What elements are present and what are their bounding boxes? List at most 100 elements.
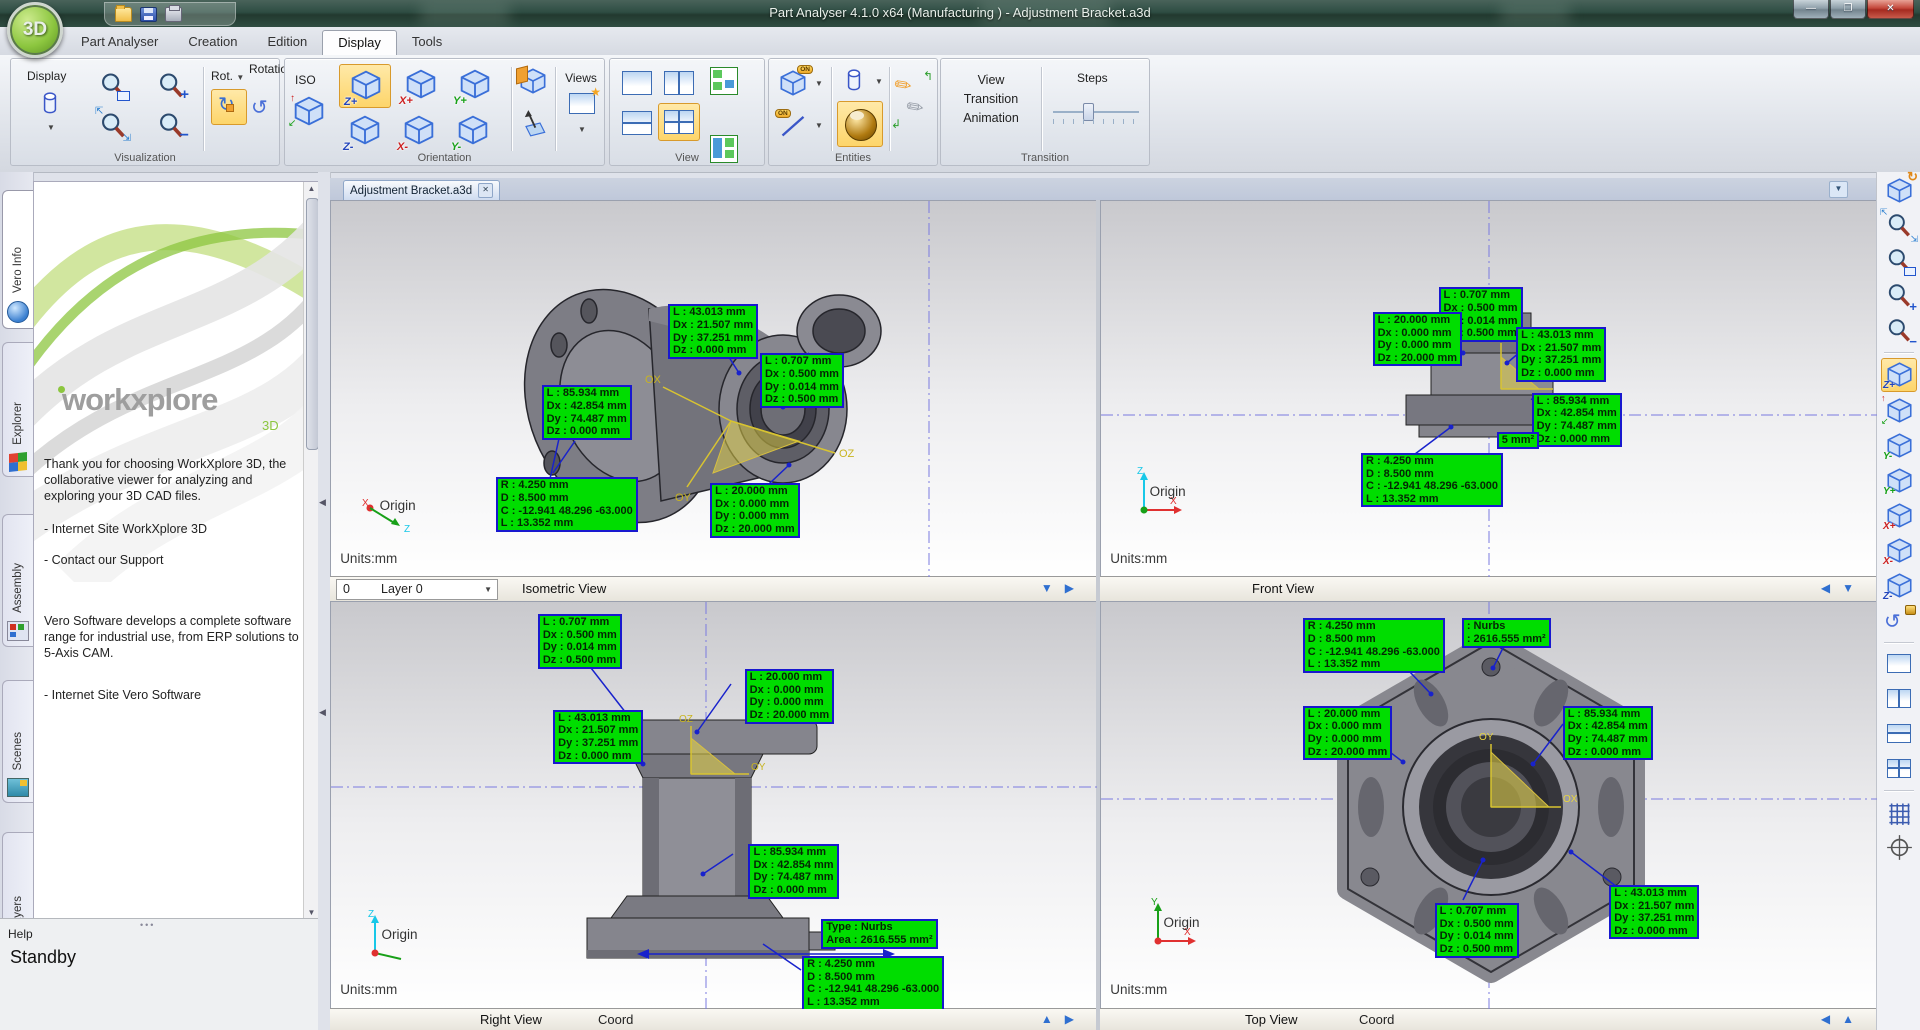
iso-view-icon[interactable]: ↑ ↙ xyxy=(293,95,325,127)
viewport-front[interactable]: OZ L : 0.707 mmDx : 0.500 mmDy : 0.014 m… xyxy=(1100,200,1878,578)
zoom-window-icon[interactable] xyxy=(99,71,127,99)
save-icon[interactable] xyxy=(140,7,157,22)
measurement-label[interactable]: L : 20.000 mmDx : 0.000 mmDy : 0.000 mmD… xyxy=(1373,312,1462,367)
orient-yminus-button[interactable]: Y- xyxy=(447,110,497,152)
measurement-label[interactable]: L : 85.934 mmDx : 42.854 mmDy : 74.487 m… xyxy=(542,385,632,440)
view-transition-animation-button[interactable]: View Transition Animation xyxy=(947,71,1035,127)
measurement-label[interactable]: L : 43.013 mmDx : 21.507 mmDy : 37.251 m… xyxy=(668,304,758,359)
measurement-label[interactable]: R : 4.250 mmD : 8.500 mmC : -12.941 48.2… xyxy=(1361,453,1503,508)
tab-list-chevron-icon[interactable]: ▼ xyxy=(1829,181,1848,198)
layout-two-vertical-icon[interactable] xyxy=(1882,683,1916,715)
measurement-label[interactable]: L : 20.000 mmDx : 0.000 mmDy : 0.000 mmD… xyxy=(1303,706,1392,761)
rotations-button-label[interactable]: Rotations xyxy=(249,63,279,76)
iso-button-label[interactable]: ISO xyxy=(295,73,316,87)
print-icon[interactable] xyxy=(165,7,182,22)
layout-four-icon[interactable] xyxy=(1882,753,1916,785)
steps-slider-track[interactable] xyxy=(1053,111,1139,113)
measurement-label[interactable]: L : 43.013 mmDx : 21.507 mmDy : 37.251 m… xyxy=(1609,885,1699,940)
close-button[interactable]: ✕ xyxy=(1867,0,1914,19)
sidebar-tab-assembly[interactable]: Assembly xyxy=(2,514,33,647)
table-views-button[interactable] xyxy=(710,67,738,95)
measurement-label[interactable]: L : 85.934 mmDx : 42.854 mmDy : 74.487 m… xyxy=(748,844,838,899)
layer-selector[interactable]: 0 Layer 0 ▼ xyxy=(336,579,498,600)
maximize-button[interactable]: ❐ xyxy=(1830,0,1866,19)
sidebar-tab-vero-info[interactable]: Vero Info xyxy=(2,190,33,329)
link-internet-site-workxplore[interactable]: - Internet Site WorkXplore 3D xyxy=(44,521,302,537)
menu-tab-creation[interactable]: Creation xyxy=(173,30,252,55)
measurement-label[interactable]: L : 85.934 mmDx : 42.854 mmDy : 74.487 m… xyxy=(1563,706,1653,761)
display-cylinder-icon[interactable] xyxy=(37,89,63,119)
measurement-label[interactable]: L : 43.013 mmDx : 21.507 mmDy : 37.251 m… xyxy=(1516,327,1606,382)
orient-zplus-button[interactable]: Z+ xyxy=(339,64,391,108)
wireframe-dropdown-icon[interactable]: ▼ xyxy=(815,121,823,130)
zoom-extents-icon[interactable]: ⇱⇲ xyxy=(99,111,127,139)
orient-xminus-button[interactable]: X- xyxy=(393,110,443,152)
menu-tab-tools[interactable]: Tools xyxy=(397,30,457,55)
viewport-top[interactable]: OY OX R : 4.250 mmD : 8.500 mmC : -12.94… xyxy=(1100,601,1878,1010)
orient-zminus-button[interactable]: Z- xyxy=(339,110,389,152)
measurement-label[interactable]: L : 43.013 mmDx : 21.507 mmDy : 37.251 m… xyxy=(553,710,643,765)
minimize-button[interactable]: — xyxy=(1793,0,1829,19)
section-plane-icon[interactable] xyxy=(519,67,547,95)
cylinder-entities-icon[interactable] xyxy=(841,67,867,95)
zoom-out-icon[interactable]: − xyxy=(157,111,185,139)
grid-icon[interactable] xyxy=(1882,796,1916,828)
measurement-label[interactable]: L : 0.707 mmDx : 0.500 mmDy : 0.014 mmDz… xyxy=(1435,903,1519,958)
edit-entities-icon[interactable]: ✎ ✎ ↰ ↲ xyxy=(895,73,931,133)
layout-single-button[interactable] xyxy=(622,71,652,95)
view-iso-icon[interactable]: ↙↑ xyxy=(1882,395,1916,427)
rotation-lock-icon[interactable]: ↺ xyxy=(1882,605,1916,637)
measurement-label[interactable]: Type : NurbsArea : 2616.555 mm² xyxy=(821,919,937,948)
measurement-label[interactable]: L : 20.000 mmDx : 0.000 mmDy : 0.000 mmD… xyxy=(745,669,834,724)
origin-marker-icon[interactable] xyxy=(1882,831,1916,863)
measurement-label[interactable]: L : 0.707 mmDx : 0.500 mmDy : 0.014 mmDz… xyxy=(538,614,622,669)
measurement-label[interactable]: R : 4.250 mmD : 8.500 mmC : -12.941 48.2… xyxy=(496,477,638,532)
open-file-icon[interactable] xyxy=(115,7,132,22)
layout-single-icon[interactable] xyxy=(1882,648,1916,680)
rot-button-label[interactable]: Rot. ▼ xyxy=(211,69,244,83)
coord-label[interactable]: Coord xyxy=(1359,1012,1394,1027)
app-logo-button[interactable]: 3D xyxy=(7,2,63,58)
view-x-minus-icon[interactable]: X- xyxy=(1882,535,1916,567)
menu-tab-display[interactable]: Display xyxy=(322,30,397,55)
layout-two-horizontal-icon[interactable] xyxy=(1882,718,1916,750)
menu-tab-edition[interactable]: Edition xyxy=(252,30,322,55)
sidebar-tab-explorer[interactable]: Explorer xyxy=(2,342,33,477)
display-dropdown-icon[interactable]: ▼ xyxy=(47,123,55,132)
cylinder-dropdown-icon[interactable]: ▼ xyxy=(875,77,883,86)
zoom-in-icon[interactable]: + xyxy=(1882,280,1916,312)
splitter-grip-icon[interactable]: ••• xyxy=(140,920,155,930)
view-z-minus-icon[interactable]: Z- xyxy=(1882,570,1916,602)
sidebar-tab-scenes[interactable]: Scenes xyxy=(2,680,33,803)
measurement-label[interactable]: : Nurbs: 2616.555 mm² xyxy=(1462,618,1551,647)
viewport-isometric[interactable]: OXOYOZ L : 43.013 mmDx : 21.507 mmDy : 3… xyxy=(330,200,1098,578)
rotate-view-icon[interactable]: ↻ xyxy=(211,89,247,125)
views-icon[interactable]: ★ xyxy=(569,93,595,115)
measurement-label[interactable]: R : 4.250 mmD : 8.500 mmC : -12.941 48.2… xyxy=(802,956,944,1010)
shaded-render-button[interactable] xyxy=(837,101,883,147)
measurement-label[interactable]: L : 20.000 mmDx : 0.000 mmDy : 0.000 mmD… xyxy=(710,483,799,538)
view-y-plus-icon[interactable]: Y+ xyxy=(1882,465,1916,497)
link-contact-support[interactable]: - Contact our Support xyxy=(44,552,302,568)
measurement-label[interactable]: 5 mm² xyxy=(1497,432,1539,449)
view-z-plus-icon[interactable]: Z+ xyxy=(1881,358,1917,392)
link-internet-site-vero[interactable]: - Internet Site Vero Software xyxy=(44,687,302,703)
view-normal-icon[interactable] xyxy=(519,109,547,137)
viewport-right[interactable]: OZ OY L : 0.707 mmDx : 0.500 mmDy : 0.01… xyxy=(330,601,1098,1010)
view-nav-arrows[interactable]: ▼▶ xyxy=(1041,581,1086,595)
orient-yplus-button[interactable]: Y+ xyxy=(449,64,499,106)
zoom-window-icon[interactable] xyxy=(1882,245,1916,277)
layout-two-horizontal-button[interactable] xyxy=(622,111,652,135)
scroll-up-icon[interactable]: ▲ xyxy=(304,184,319,193)
layer-dropdown-icon[interactable]: ▼ xyxy=(484,585,492,594)
layout-four-button[interactable] xyxy=(658,103,700,141)
display-button-label[interactable]: Display xyxy=(27,69,66,83)
layout-two-vertical-button[interactable] xyxy=(664,71,694,95)
measurement-label[interactable]: R : 4.250 mmD : 8.500 mmC : -12.941 48.2… xyxy=(1303,618,1445,673)
view-y-minus-icon[interactable]: Y- xyxy=(1882,430,1916,462)
rotations-icon[interactable]: ↺ xyxy=(251,95,279,123)
views-button-label[interactable]: Views xyxy=(561,71,601,85)
measurement-label[interactable]: L : 0.707 mmDx : 0.500 mmDy : 0.014 mmDz… xyxy=(760,353,844,408)
wireframe-visibility-icon[interactable]: ON xyxy=(779,111,807,139)
document-tab[interactable]: Adjustment Bracket.a3d ✕ xyxy=(343,180,500,200)
